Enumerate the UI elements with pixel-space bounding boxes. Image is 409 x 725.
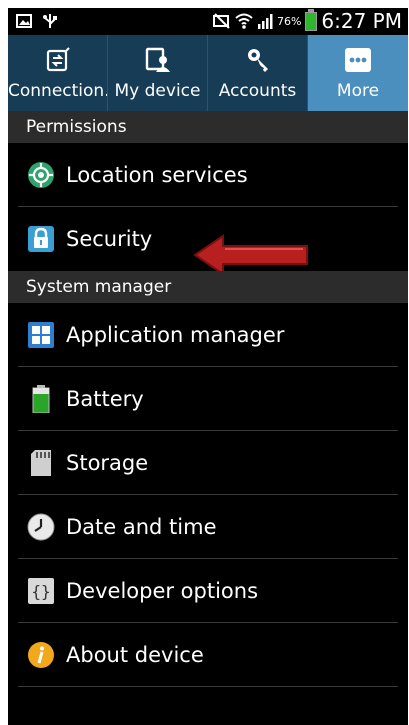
sd-card-icon (31, 450, 51, 476)
signal-icon (257, 14, 273, 29)
item-label: Location services (66, 163, 248, 187)
tab-more[interactable]: More (308, 35, 408, 111)
item-label: Date and time (66, 515, 217, 539)
clock-icon (27, 513, 55, 541)
list-item-date-and-time[interactable]: Date and time (8, 495, 408, 559)
item-label: Application manager (66, 323, 285, 347)
battery-icon (305, 8, 318, 31)
usb-icon (43, 14, 57, 28)
screenshot-icon (16, 14, 32, 28)
item-label: Storage (66, 451, 149, 475)
location-icon (28, 162, 54, 188)
settings-tabs: Connection.. My device Accounts More (8, 35, 408, 111)
list-item-storage[interactable]: Storage (8, 431, 408, 495)
wifi-icon (235, 13, 253, 29)
list-item-location-services[interactable]: Location services (8, 143, 408, 207)
tab-accounts[interactable]: Accounts (208, 35, 308, 111)
item-label: Battery (66, 387, 144, 411)
list-item-developer-options[interactable]: {} Developer options (8, 559, 408, 623)
phone-screen: 76% 6:27 PM Connection.. My device Accou… (8, 8, 408, 725)
tab-my-device[interactable]: My device (108, 35, 208, 111)
connections-icon (46, 47, 70, 72)
section-header-system-manager: System manager (8, 271, 408, 303)
item-label: About device (66, 643, 204, 667)
battery-percent: 76% (276, 14, 302, 28)
item-label: Security (66, 227, 153, 251)
list-item-about-device[interactable]: About device (8, 623, 408, 687)
accounts-icon (247, 49, 268, 72)
list-item-battery[interactable]: Battery (8, 367, 408, 431)
tab-label: My device (114, 81, 201, 101)
item-label: Developer options (66, 579, 259, 603)
tab-label: Connection.. (8, 81, 107, 101)
app-grid-icon (28, 322, 54, 348)
svg-text:{}: {} (31, 582, 50, 601)
more-icon (345, 48, 371, 72)
section-header-permissions: Permissions (8, 111, 408, 143)
lock-icon (28, 226, 54, 252)
clock-time: 6:27 PM (321, 9, 402, 33)
battery-icon (32, 385, 50, 413)
my-device-icon (145, 47, 170, 72)
tab-connections[interactable]: Connection.. (8, 35, 108, 111)
tab-label: More (336, 81, 380, 101)
mute-icon (212, 13, 230, 29)
divider (18, 686, 398, 687)
list-item-application-manager[interactable]: Application manager (8, 303, 408, 367)
info-icon (28, 642, 54, 668)
braces-icon: {} (28, 578, 54, 604)
tab-label: Accounts (218, 81, 297, 101)
status-bar: 76% 6:27 PM (8, 8, 408, 35)
